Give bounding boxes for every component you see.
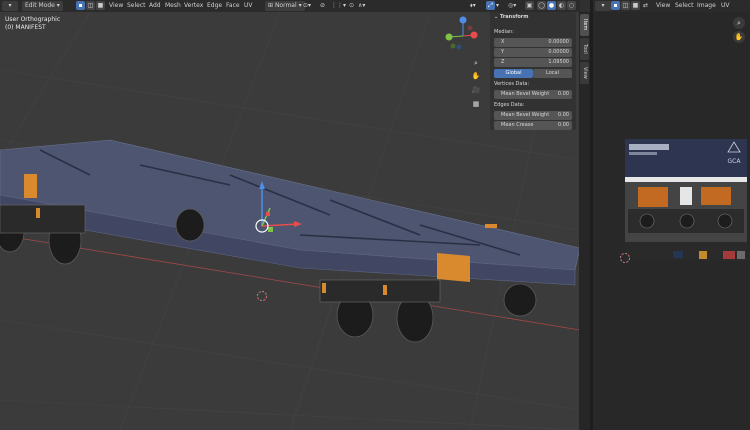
panel-header[interactable]: ⌄ Transform: [494, 13, 572, 22]
snap-target-icon[interactable]: ⋮⋮▾: [331, 1, 346, 11]
menu-view[interactable]: View: [109, 1, 123, 11]
editor-type-dropdown[interactable]: ▾: [2, 1, 18, 11]
falloff-icon[interactable]: ∧▾: [358, 1, 365, 11]
uv-texture-image[interactable]: GCA: [625, 139, 747, 261]
uv-zoom-icon[interactable]: ⌕: [733, 17, 745, 29]
orientation-dropdown[interactable]: ⊞ Normal ▾: [265, 1, 305, 11]
field-value: 1.09500: [548, 59, 569, 65]
field-value: 0.00: [557, 91, 569, 97]
tab-view[interactable]: View: [580, 62, 589, 84]
chevron-down-icon: ⌄: [494, 14, 499, 20]
field-value: 0.00: [557, 122, 569, 128]
uv-pan-hand-icon[interactable]: ✋: [733, 31, 745, 43]
sidebar-transform-panel: ⌄ Transform Median: X 0.00000 Y 0.00000 Z 1…: [490, 12, 576, 130]
face-select-icon[interactable]: ■: [96, 1, 105, 10]
field-axis-label: X: [501, 39, 505, 45]
menu-mesh[interactable]: Mesh: [165, 1, 181, 11]
uv-menu-select[interactable]: Select: [675, 1, 694, 11]
mean-crease-field[interactable]: Mean Crease 0.00: [494, 121, 572, 130]
edge-bevel-weight-field[interactable]: Mean Bevel Weight 0.00: [494, 111, 572, 120]
uv-edge-select-icon[interactable]: ◫: [621, 1, 630, 10]
uv-editor[interactable]: ▾ ▪ ◫ ■ ⇄ View Select Image UV ⌕ ✋ GCA: [593, 0, 750, 430]
uv-menu-image[interactable]: Image: [697, 1, 716, 11]
menu-vertex[interactable]: Vertex: [184, 1, 203, 11]
perspective-toggle-icon[interactable]: ▦: [470, 98, 482, 110]
panel-title: Transform: [499, 14, 529, 20]
uv-menu-view[interactable]: View: [656, 1, 670, 11]
gizmo-y-axis[interactable]: [445, 33, 453, 41]
uv-editor-type-dropdown[interactable]: ▾: [595, 1, 611, 11]
uv-editor-header: ▾ ▪ ◫ ■ ⇄ View Select Image UV: [593, 0, 750, 12]
edge-select-icon[interactable]: ◫: [86, 1, 95, 10]
edges-data-label: Edges Data:: [494, 102, 525, 108]
sidebar-tabs: Item Tool View: [579, 12, 590, 430]
object-name: (0) MANIFEST: [5, 24, 46, 31]
viewport-info: User Orthographic (0) MANIFEST: [5, 16, 60, 32]
snap-icon[interactable]: ⊘: [320, 1, 325, 11]
menu-edge[interactable]: Edge: [207, 1, 222, 11]
gizmo-toggle-icon[interactable]: ⤢: [486, 1, 495, 10]
uv-face-select-icon[interactable]: ■: [631, 1, 640, 10]
gizmo-z-axis[interactable]: [459, 16, 467, 24]
gizmo-x-axis[interactable]: [470, 31, 478, 39]
pan-hand-icon[interactable]: ✋: [470, 70, 482, 82]
view-object-types-icon[interactable]: ⬧▾: [470, 1, 476, 11]
3d-cursor[interactable]: [257, 291, 267, 301]
vertex-select-icon[interactable]: ▪: [76, 1, 85, 10]
field-axis-label: Y: [501, 49, 505, 55]
overlays-icon[interactable]: ◎▾: [508, 1, 516, 11]
navigation-gizmo[interactable]: [443, 14, 483, 56]
mode-label: Edit Mode: [25, 2, 55, 9]
material-shading-icon[interactable]: ◐: [557, 1, 566, 10]
field-value: 0.00: [557, 112, 569, 118]
tab-tool[interactable]: Tool: [580, 38, 589, 60]
pivot-icon[interactable]: ⊙▾: [303, 1, 311, 11]
uv-sync-icon[interactable]: ⇄: [643, 1, 648, 11]
texture-logo: GCA: [728, 158, 742, 165]
field-value: 0.00000: [548, 39, 569, 45]
vertices-data-label: Vertices Data:: [494, 81, 530, 87]
rendered-shading-icon[interactable]: ○: [567, 1, 576, 10]
mode-dropdown[interactable]: Edit Mode ▾: [22, 1, 63, 11]
tab-item[interactable]: Item: [580, 14, 589, 36]
orientation-label: Normal: [274, 2, 297, 9]
median-y-field[interactable]: Y 0.00000: [494, 48, 572, 57]
field-axis-label: Z: [501, 59, 505, 65]
proportional-edit-icon[interactable]: ⊙: [349, 1, 354, 11]
field-label: Mean Bevel Weight: [501, 112, 550, 118]
median-z-field[interactable]: Z 1.09500: [494, 58, 572, 67]
wagon-model: [0, 139, 580, 343]
xray-icon[interactable]: ▣: [525, 1, 534, 10]
global-toggle-button[interactable]: Global: [494, 69, 533, 78]
camera-view-icon[interactable]: 🎥: [470, 84, 482, 96]
uv-2d-cursor[interactable]: [619, 252, 631, 264]
wireframe-shading-icon[interactable]: ◯: [537, 1, 546, 10]
field-label: Mean Crease: [501, 122, 534, 128]
gizmo-dropdown-icon[interactable]: ▾: [496, 1, 499, 11]
solid-shading-icon[interactable]: ●: [547, 1, 556, 10]
local-toggle-button[interactable]: Local: [533, 69, 572, 78]
menu-face[interactable]: Face: [226, 1, 240, 11]
menu-select[interactable]: Select: [127, 1, 146, 11]
field-label: Mean Bevel Weight: [501, 91, 550, 97]
uv-menu-uv[interactable]: UV: [721, 1, 730, 11]
median-label: Median:: [494, 29, 514, 35]
menu-uv[interactable]: UV: [244, 1, 253, 11]
median-x-field[interactable]: X 0.00000: [494, 38, 572, 47]
view-name: User Orthographic: [5, 16, 61, 23]
field-value: 0.00000: [548, 49, 569, 55]
viewport-header: ▾ Edit Mode ▾ ▪ ◫ ■ View Select Add Mesh…: [0, 0, 580, 12]
menu-add[interactable]: Add: [149, 1, 161, 11]
uv-vertex-select-icon[interactable]: ▪: [611, 1, 620, 10]
vertex-bevel-weight-field[interactable]: Mean Bevel Weight 0.00: [494, 90, 572, 99]
zoom-icon[interactable]: ⌕: [470, 57, 482, 69]
